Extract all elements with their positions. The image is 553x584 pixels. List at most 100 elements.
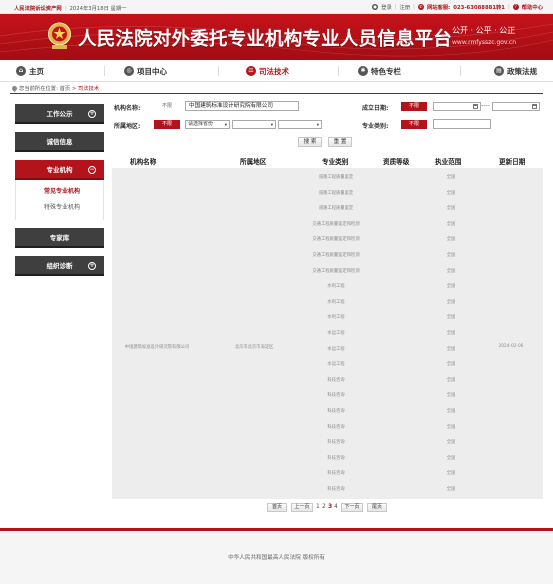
category-cell: 水利工程 bbox=[327, 284, 345, 290]
login-link[interactable]: 登录 bbox=[381, 3, 392, 11]
page-number[interactable]: 4 bbox=[334, 503, 338, 510]
nav-item-policies[interactable]: ▤ 政策法规 bbox=[494, 60, 537, 82]
breadcrumb-prefix: 您当前所在位置: bbox=[19, 86, 58, 92]
page-number[interactable]: 1 bbox=[316, 503, 320, 510]
category-input[interactable] bbox=[433, 119, 491, 129]
org-name-unlimited-tag[interactable]: 不限 bbox=[154, 102, 180, 111]
search-button[interactable]: 搜 索 bbox=[298, 137, 322, 147]
start-date-input[interactable] bbox=[433, 102, 481, 111]
province-select[interactable]: 请选择省份 ▾ bbox=[185, 120, 230, 129]
topbar-divider: | bbox=[413, 4, 415, 10]
topbar-right: ● 登录 | 注册 | ✆ 网站客服: 023-63088881转1 | ? 帮… bbox=[372, 3, 543, 11]
end-date-input[interactable] bbox=[492, 102, 540, 111]
column-header-scope: 执业范围 bbox=[435, 158, 462, 166]
org-name-input[interactable]: 中国建筑标准设计研究院有限公司 bbox=[185, 101, 299, 111]
sidebar-item-expert-pool[interactable]: 专家库 bbox=[15, 228, 104, 248]
scope-cell: 全国 bbox=[446, 237, 456, 243]
breadcrumb-home[interactable]: 首页 bbox=[60, 86, 71, 92]
search-form: 机构名称: 不限 中国建筑标准设计研究院有限公司 成立日期: 不限 ---- 所… bbox=[112, 100, 542, 152]
page-number-current[interactable]: 3 bbox=[328, 503, 332, 510]
scope-cell: 全国 bbox=[446, 315, 456, 321]
sidebar-item-org-diagnosis[interactable]: 组织诊断 + bbox=[15, 256, 104, 276]
category-cell: 科技咨询 bbox=[327, 440, 345, 446]
scope-cell: 全国 bbox=[446, 471, 456, 477]
last-page-button[interactable]: 尾页 bbox=[367, 503, 387, 512]
page-number[interactable]: 2 bbox=[322, 503, 326, 510]
nav-item-label: 特色专栏 bbox=[371, 66, 401, 76]
breadcrumb: 您当前所在位置: 首页 > 司法技术 bbox=[10, 84, 99, 92]
category-cell: 科技咨询 bbox=[327, 424, 345, 430]
gear-icon: ✱ bbox=[358, 66, 368, 76]
chevron-down-icon: ▾ bbox=[224, 123, 227, 128]
top-utility-bar: 人民法院诉讼资产网 | 2024年3月18日 星期一 ● 登录 | 注册 | ✆ 网… bbox=[0, 0, 553, 14]
footer: 中华人民共和国最高人民法院 版权所有 bbox=[0, 531, 553, 584]
sidebar-item-label: 诚信信息 bbox=[46, 138, 73, 146]
category-cell: 水运工程 bbox=[327, 331, 345, 336]
scope-cell: 全国 bbox=[446, 190, 456, 196]
sidebar-item-label: 专家库 bbox=[49, 234, 70, 242]
sidebar-item-work-notices[interactable]: 工作公示 + bbox=[15, 104, 104, 124]
help-center-link[interactable]: 帮助中心 bbox=[522, 3, 543, 11]
scope-cell: 全国 bbox=[446, 455, 456, 461]
category-cell: 科技咨询 bbox=[327, 377, 345, 383]
category-cell: 水运工程 bbox=[327, 346, 345, 352]
city-select[interactable]: ▾ bbox=[232, 120, 276, 129]
hotline-number: 023-63088881转1 bbox=[453, 5, 505, 11]
page-title: 人民法院对外委托专业机构专业人员信息平台 bbox=[78, 29, 453, 50]
nav-item-features[interactable]: ✱ 特色专栏 bbox=[358, 60, 401, 82]
site-name-link[interactable]: 人民法院诉讼资产网 bbox=[14, 6, 62, 12]
calendar-icon bbox=[532, 104, 537, 109]
header-url: www.rmfysszc.gov.cn bbox=[452, 39, 517, 46]
scope-cell: 全国 bbox=[446, 299, 456, 305]
district-select[interactable]: ▾ bbox=[278, 120, 322, 129]
sidebar-item-credit-info[interactable]: 诚信信息 bbox=[15, 132, 104, 152]
scope-cell: 全国 bbox=[446, 175, 456, 180]
nav-item-judicial-tech[interactable]: ⚖ 司法技术 bbox=[246, 60, 289, 82]
reset-button[interactable]: 重 置 bbox=[328, 137, 352, 147]
topbar-left: 人民法院诉讼资产网 | 2024年3月18日 星期一 bbox=[14, 4, 127, 12]
chevron-down-icon: ▾ bbox=[270, 123, 273, 128]
region-label: 所属地区: bbox=[114, 123, 141, 130]
expand-icon[interactable]: + bbox=[88, 110, 96, 118]
footer-copyright: 中华人民共和国最高人民法院 版权所有 bbox=[228, 555, 325, 561]
register-link[interactable]: 注册 bbox=[400, 3, 411, 11]
nav-item-label: 主页 bbox=[29, 66, 44, 76]
sidebar-submenu: 常见专业机构 特殊专业机构 bbox=[15, 180, 104, 220]
chevron-down-icon: ▾ bbox=[316, 123, 319, 128]
calendar-icon bbox=[473, 104, 478, 109]
topbar-divider: | bbox=[64, 6, 67, 12]
region-unlimited-tag[interactable]: 不限 bbox=[154, 120, 180, 129]
sidebar-item-professional-orgs[interactable]: 专业机构 − bbox=[15, 160, 104, 180]
column-header-region: 所属地区 bbox=[240, 158, 267, 166]
header-motto: 公开 · 公平 · 公正 bbox=[452, 26, 516, 35]
category-cell: 道路工程质量鉴定 bbox=[318, 206, 354, 212]
nav-item-label: 政策法规 bbox=[507, 66, 537, 76]
sidebar-subitem-special-orgs[interactable]: 特殊专业机构 bbox=[16, 200, 103, 216]
prev-page-button[interactable]: 上一页 bbox=[291, 503, 313, 512]
expand-icon[interactable]: + bbox=[88, 262, 96, 270]
category-unlimited-tag[interactable]: 不限 bbox=[401, 120, 427, 129]
main-navigation: ⌂ 主页 ◎ 项目中心 ⚖ 司法技术 ✱ 特色专栏 ▤ 政策法规 bbox=[0, 60, 553, 82]
category-cell: 道路工程质量鉴定 bbox=[318, 175, 354, 180]
first-page-button[interactable]: 首页 bbox=[267, 503, 287, 512]
category-cell: 科技咨询 bbox=[327, 409, 345, 414]
scope-cell: 全国 bbox=[446, 424, 456, 430]
nav-item-label: 项目中心 bbox=[137, 66, 167, 76]
sidebar-subitem-common-orgs[interactable]: 常见专业机构 bbox=[16, 184, 103, 200]
current-weekday: 星期一 bbox=[110, 6, 127, 12]
next-page-button[interactable]: 下一页 bbox=[341, 503, 363, 512]
established-unlimited-tag[interactable]: 不限 bbox=[401, 102, 427, 111]
sidebar-item-label: 专业机构 bbox=[46, 166, 73, 174]
nav-divider bbox=[104, 66, 105, 76]
category-cell: 道路工程质量鉴定 bbox=[318, 190, 354, 196]
table-header: 机构名称 所属地区 专业类别 资质等级 执业范围 更新日期 bbox=[112, 153, 543, 168]
category-cell: 科技咨询 bbox=[327, 471, 345, 477]
nav-item-projects[interactable]: ◎ 项目中心 bbox=[124, 60, 167, 82]
compass-icon: ◎ bbox=[124, 66, 134, 76]
org-name-cell[interactable]: 中国建筑标准设计研究院有限公司 bbox=[125, 344, 189, 350]
scope-cell: 全国 bbox=[446, 346, 456, 352]
nav-item-home[interactable]: ⌂ 主页 bbox=[16, 60, 44, 82]
column-header-category: 专业类别 bbox=[322, 158, 349, 166]
category-cell: 水利工程 bbox=[327, 299, 345, 305]
collapse-icon[interactable]: − bbox=[88, 166, 96, 174]
